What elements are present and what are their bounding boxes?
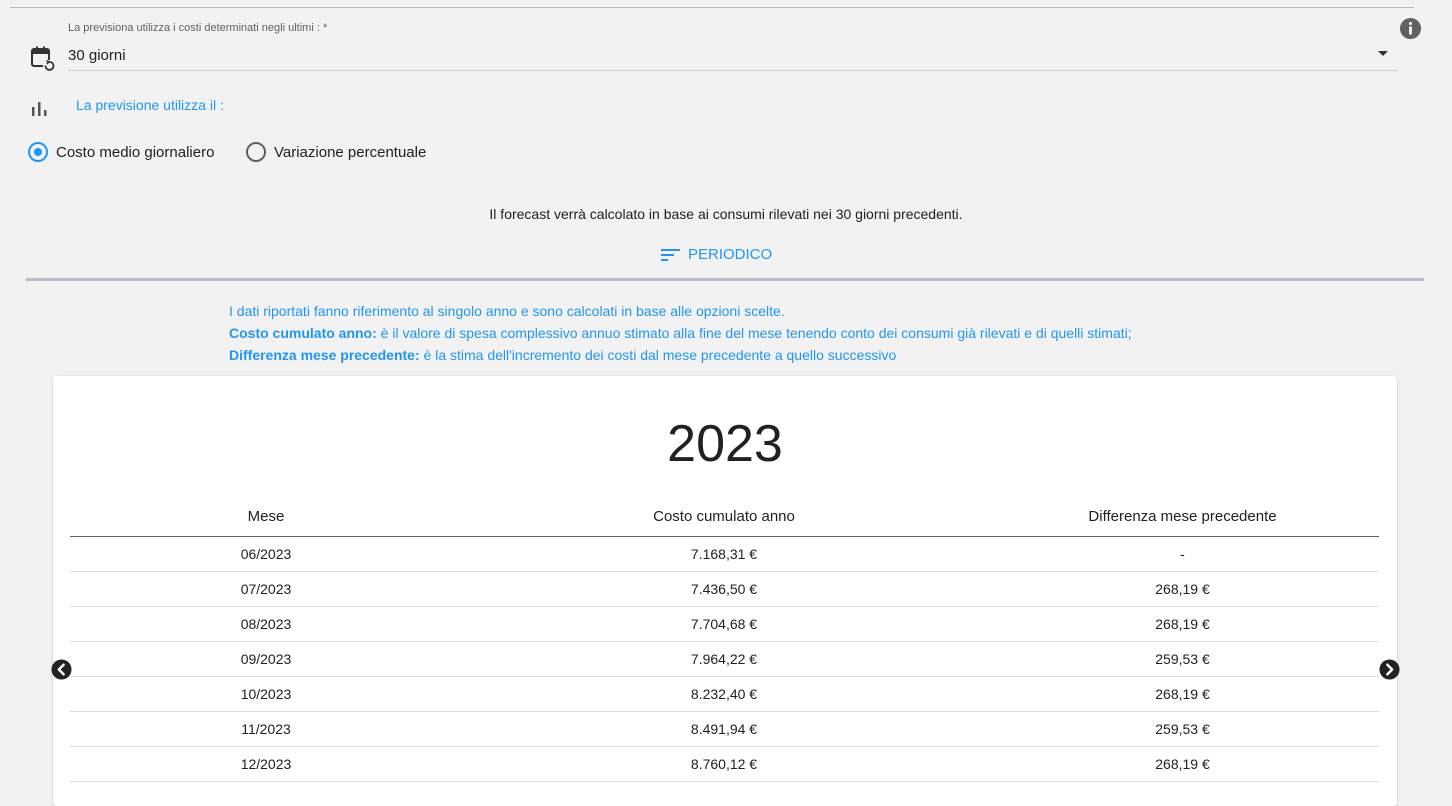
radio-variazione-percentuale[interactable]: Variazione percentuale: [246, 142, 426, 162]
period-field-underline: [68, 70, 1398, 71]
notes-line-2-term: Costo cumulato anno:: [229, 325, 377, 341]
calendar-refresh-icon: [31, 46, 55, 71]
cell-mese: 09/2023: [70, 641, 462, 677]
header-differenza: Differenza mese precedente: [986, 496, 1379, 537]
cell-costo: 7.436,50 €: [462, 571, 986, 607]
cell-mese: 06/2023: [70, 536, 462, 572]
periodico-label: PERIODICO: [688, 245, 773, 263]
header-costo-cumulato: Costo cumulato anno: [462, 496, 986, 537]
radio-costo-medio[interactable]: Costo medio giornaliero: [28, 142, 214, 162]
cell-mese: 10/2023: [70, 676, 462, 712]
cell-costo: 7.704,68 €: [462, 606, 986, 642]
radio-unselected-icon[interactable]: [246, 142, 266, 162]
cell-costo: 8.232,40 €: [462, 676, 986, 712]
forecast-summary: Il forecast verrà calcolato in base ai c…: [489, 206, 963, 222]
cell-differenza: 268,19 €: [986, 606, 1379, 642]
period-select[interactable]: La previsiona utilizza i costi determina…: [30, 18, 1398, 72]
period-field-value[interactable]: 30 giorni: [68, 47, 126, 64]
table-row: 08/2023 7.704,68 € 268,19 €: [70, 606, 1379, 642]
notes-line-2-text: è il valore di spesa complessivo annuo s…: [376, 325, 1132, 341]
notes-line-3-text: è la stima dell'incremento dei costi dal…: [419, 347, 897, 363]
cell-mese: 12/2023: [70, 746, 462, 782]
period-field-label: La previsiona utilizza i costi determina…: [68, 22, 328, 34]
table-row: 09/2023 7.964,22 € 259,53 €: [70, 641, 1379, 677]
radio-costo-medio-label: Costo medio giornaliero: [56, 143, 215, 161]
forecast-card: 2023 Mese Costo cumulato anno Differenza…: [53, 376, 1397, 806]
notes-block: I dati riportati fanno riferimento al si…: [229, 300, 1132, 366]
table-row: 07/2023 7.436,50 € 268,19 €: [70, 571, 1379, 607]
cell-mese: 11/2023: [70, 711, 462, 747]
notes-line-3-term: Differenza mese precedente:: [229, 347, 420, 363]
info-icon[interactable]: [1399, 17, 1422, 40]
chevron-right-circle-icon[interactable]: [1379, 659, 1400, 680]
bar-chart-icon: [32, 102, 47, 116]
table-header-row: Mese Costo cumulato anno Differenza mese…: [70, 496, 1379, 537]
table-row: 06/2023 7.168,31 € -: [70, 536, 1379, 572]
method-label: La previsione utilizza il :: [76, 97, 224, 113]
dropdown-arrow-icon[interactable]: [1378, 51, 1388, 56]
cell-differenza: -: [986, 536, 1379, 572]
table-row: 10/2023 8.232,40 € 268,19 €: [70, 676, 1379, 712]
chevron-left-circle-icon[interactable]: [51, 659, 72, 680]
cell-differenza: 259,53 €: [986, 641, 1379, 677]
header-mese: Mese: [70, 496, 462, 537]
forecast-table: Mese Costo cumulato anno Differenza mese…: [70, 496, 1379, 782]
cell-differenza: 268,19 €: [986, 676, 1379, 712]
radio-selected-icon[interactable]: [28, 142, 48, 162]
cell-costo: 7.964,22 €: [462, 641, 986, 677]
notes-line-3: Differenza mese precedente: è la stima d…: [229, 344, 1132, 366]
notes-line-1: I dati riportati fanno riferimento al si…: [229, 303, 785, 319]
cell-differenza: 268,19 €: [986, 571, 1379, 607]
cell-costo: 8.491,94 €: [462, 711, 986, 747]
cell-costo: 8.760,12 €: [462, 746, 986, 782]
section-divider: [26, 278, 1424, 281]
year-title: 2023: [667, 415, 783, 473]
cell-differenza: 268,19 €: [986, 746, 1379, 782]
top-border: [10, 0, 1414, 8]
sort-icon: [661, 249, 680, 261]
cell-differenza: 259,53 €: [986, 711, 1379, 747]
notes-line-2: Costo cumulato anno: è il valore di spes…: [229, 322, 1132, 344]
periodico-button[interactable]: PERIODICO: [660, 243, 772, 265]
cell-costo: 7.168,31 €: [462, 536, 986, 572]
radio-variazione-label: Variazione percentuale: [274, 143, 427, 161]
cell-mese: 08/2023: [70, 606, 462, 642]
cell-mese: 07/2023: [70, 571, 462, 607]
table-row: 12/2023 8.760,12 € 268,19 €: [70, 746, 1379, 782]
table-row: 11/2023 8.491,94 € 259,53 €: [70, 711, 1379, 747]
